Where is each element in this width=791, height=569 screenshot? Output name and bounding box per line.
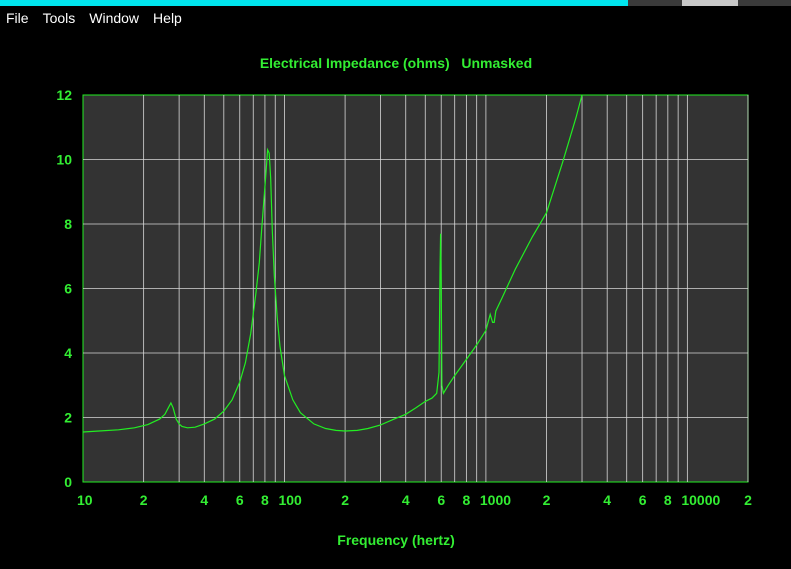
menu-window[interactable]: Window xyxy=(82,6,146,30)
y-tick-labels: 0 2 4 6 8 10 12 xyxy=(56,87,72,490)
y-tick-label: 2 xyxy=(64,410,72,426)
x-tick-label: 1000 xyxy=(480,492,511,508)
y-tick-label: 0 xyxy=(64,474,72,490)
x-tick-label: 2 xyxy=(744,492,752,508)
x-tick-label: 100 xyxy=(278,492,302,508)
y-tick-label: 12 xyxy=(56,87,72,103)
x-tick-label: 10000 xyxy=(681,492,720,508)
x-tick-label: 8 xyxy=(462,492,470,508)
x-tick-label: 2 xyxy=(543,492,551,508)
chart-title: Electrical Impedance (ohms) Unmasked xyxy=(260,55,532,71)
y-tick-label: 4 xyxy=(64,345,72,361)
x-tick-label: 4 xyxy=(603,492,611,508)
x-tick-label: 2 xyxy=(341,492,349,508)
x-tick-label: 6 xyxy=(236,492,244,508)
x-tick-label: 4 xyxy=(402,492,410,508)
x-tick-label: 8 xyxy=(664,492,672,508)
x-tick-label: 2 xyxy=(140,492,148,508)
menu-help[interactable]: Help xyxy=(146,6,189,30)
x-tick-label: 6 xyxy=(437,492,445,508)
impedance-chart: Electrical Impedance (ohms) Unmasked 0 2 4… xyxy=(56,55,752,548)
x-axis-label: Frequency (hertz) xyxy=(337,532,454,548)
y-tick-label: 10 xyxy=(56,152,72,168)
x-tick-label: 8 xyxy=(261,492,269,508)
x-tick-labels: 10 2 4 6 8 100 2 4 6 8 1000 2 4 6 8 10000 2 xyxy=(77,492,752,508)
x-tick-label: 6 xyxy=(639,492,647,508)
x-tick-label: 10 xyxy=(77,492,93,508)
y-tick-label: 6 xyxy=(64,281,72,297)
menu-bar: File Tools Window Help xyxy=(0,6,791,30)
x-tick-label: 4 xyxy=(200,492,208,508)
menu-tools[interactable]: Tools xyxy=(36,6,83,30)
menu-file[interactable]: File xyxy=(0,6,36,30)
y-tick-label: 8 xyxy=(64,216,72,232)
